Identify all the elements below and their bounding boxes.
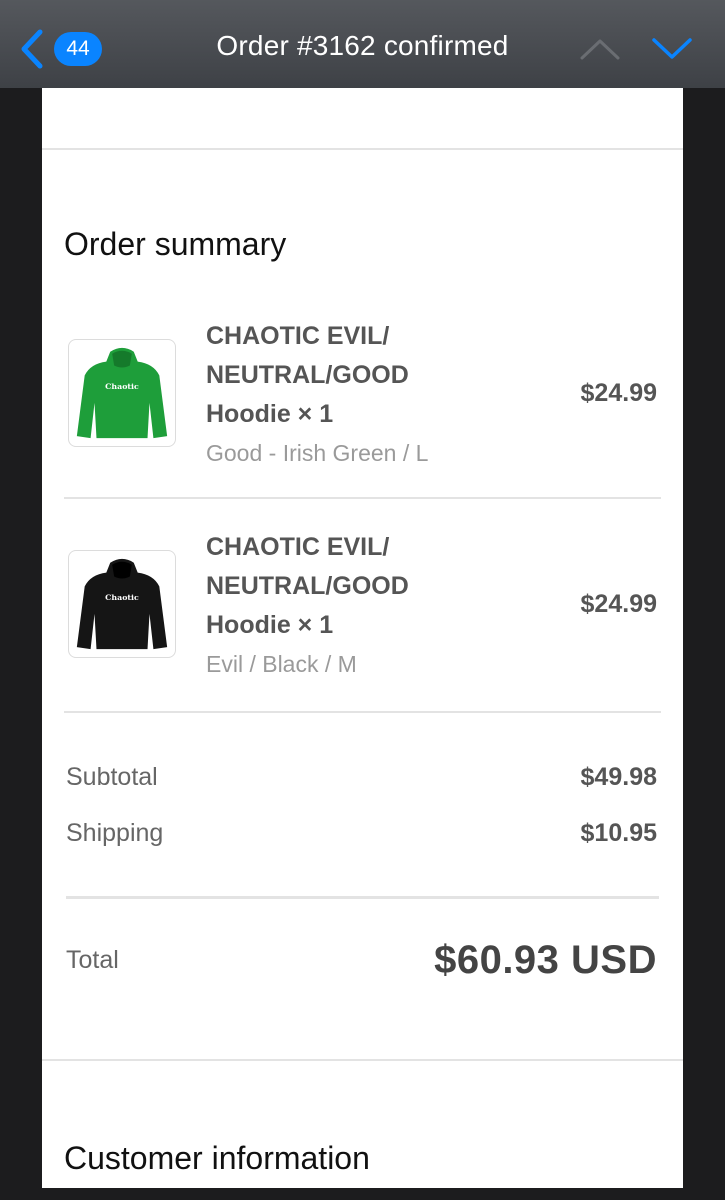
product-image-black-hoodie[interactable]: Chaotic <box>68 550 176 658</box>
right-gutter <box>683 88 725 1200</box>
divider <box>64 497 661 499</box>
item-name[interactable]: CHAOTIC EVIL/ NEUTRAL/GOOD Hoodie × 1 <box>206 317 506 434</box>
email-body[interactable]: Order summary Chaotic CHAOTIC EVIL/ NEUT… <box>42 88 683 1188</box>
item-price: $24.99 <box>580 590 657 618</box>
divider <box>64 711 661 713</box>
chevron-up-icon[interactable] <box>578 36 622 62</box>
hoodie-green-image: Chaotic <box>76 347 168 439</box>
bottom-bar <box>0 1188 725 1200</box>
shipping-value: $10.95 <box>580 819 657 847</box>
hoodie-black-image: Chaotic <box>76 558 168 650</box>
item-name-quantity: Hoodie × 1 <box>206 611 334 639</box>
hoodie-print-text: Chaotic <box>105 382 139 391</box>
left-gutter <box>0 88 42 1200</box>
subtotal-label: Subtotal <box>66 763 158 791</box>
product-image-green-hoodie[interactable]: Chaotic <box>68 339 176 447</box>
item-name-line: CHAOTIC EVIL/ <box>206 322 390 350</box>
shipping-label: Shipping <box>66 819 164 847</box>
divider <box>42 148 683 150</box>
divider <box>66 896 659 899</box>
total-value: $60.93 USD <box>434 938 657 982</box>
total-label: Total <box>66 946 119 974</box>
order-summary-title: Order summary <box>64 226 287 262</box>
item-name-line: NEUTRAL/GOOD <box>206 572 409 600</box>
subtotal-value: $49.98 <box>580 763 657 791</box>
item-name-quantity: Hoodie × 1 <box>206 400 334 428</box>
nav-bar: 44 Order #3162 confirmed <box>0 0 725 88</box>
item-price: $24.99 <box>580 379 657 407</box>
customer-information-title: Customer information <box>64 1140 370 1176</box>
hoodie-print-text: Chaotic <box>105 593 139 602</box>
divider <box>42 1059 683 1061</box>
email-screen: 44 Order #3162 confirmed Order summary C… <box>0 0 725 1200</box>
item-name-line: CHAOTIC EVIL/ <box>206 533 390 561</box>
chevron-down-icon[interactable] <box>650 36 694 62</box>
item-name-line: NEUTRAL/GOOD <box>206 361 409 389</box>
item-name[interactable]: CHAOTIC EVIL/ NEUTRAL/GOOD Hoodie × 1 <box>206 528 506 645</box>
item-variant: Good - Irish Green / L <box>206 440 429 466</box>
item-variant: Evil / Black / M <box>206 651 357 677</box>
